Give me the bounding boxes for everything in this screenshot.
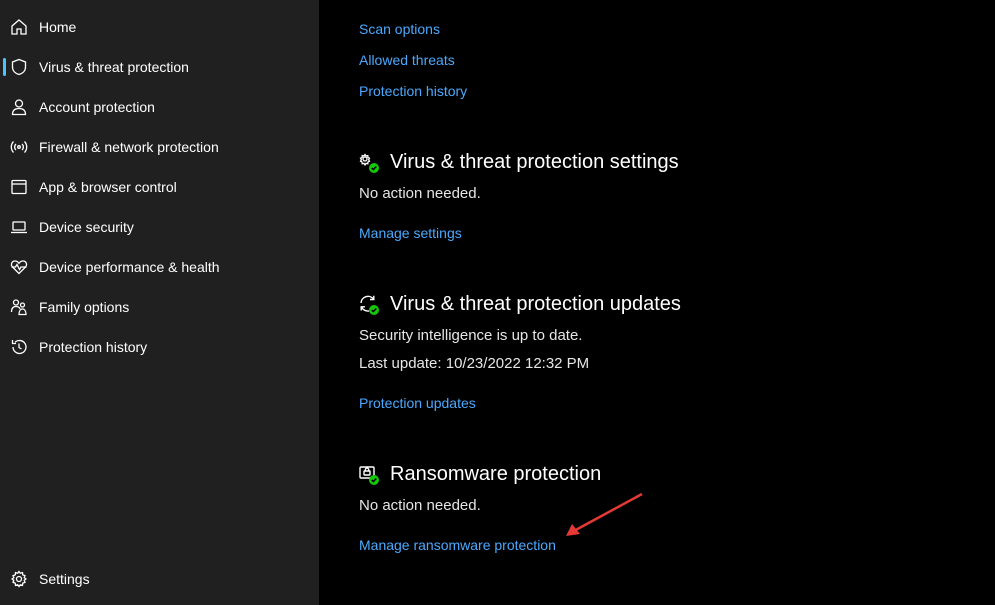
wifi-signal-icon	[10, 138, 28, 156]
sidebar-item-label: Settings	[39, 571, 90, 587]
sidebar-item-label: Protection history	[39, 339, 148, 355]
updates-status-text: Security intelligence is up to date.	[359, 327, 583, 344]
shield-icon	[10, 58, 28, 76]
sidebar-item-protection-history[interactable]: Protection history	[0, 328, 319, 366]
sidebar-item-label: Account protection	[39, 99, 155, 115]
history-icon	[10, 338, 28, 356]
sidebar-item-label: Device security	[39, 219, 134, 235]
protection-history-link[interactable]: Protection history	[359, 83, 467, 99]
settings-gears-icon	[358, 152, 380, 174]
gear-icon	[10, 570, 28, 588]
sidebar-item-label: Virus & threat protection	[39, 59, 189, 75]
annotation-arrow	[566, 492, 643, 536]
sidebar-item-label: Firewall & network protection	[39, 139, 219, 155]
sidebar-item-family-options[interactable]: Family options	[0, 288, 319, 326]
sidebar-item-settings[interactable]: Settings	[0, 560, 319, 598]
manage-settings-link[interactable]: Manage settings	[359, 225, 462, 241]
scan-options-link[interactable]: Scan options	[359, 21, 440, 37]
main-content: Scan options Allowed threats Protection …	[319, 0, 995, 605]
settings-section-title: Virus & threat protection settings	[390, 151, 679, 173]
sidebar-item-firewall-network-protection[interactable]: Firewall & network protection	[0, 128, 319, 166]
sidebar-item-label: Family options	[39, 299, 130, 315]
heart-pulse-icon	[10, 258, 28, 276]
refresh-icon	[358, 294, 380, 316]
manage-ransomware-protection-link[interactable]: Manage ransomware protection	[359, 537, 556, 553]
browser-window-icon	[10, 178, 28, 196]
ransomware-status-text: No action needed.	[359, 497, 481, 514]
person-icon	[10, 98, 28, 116]
settings-status-text: No action needed.	[359, 185, 481, 202]
last-update-text: Last update: 10/23/2022 12:32 PM	[359, 355, 590, 372]
sidebar-item-virus-threat-protection[interactable]: Virus & threat protection	[0, 48, 319, 86]
sidebar-item-home[interactable]: Home	[0, 8, 319, 46]
protection-updates-link[interactable]: Protection updates	[359, 395, 476, 411]
updates-section-title: Virus & threat protection updates	[390, 293, 681, 315]
sidebar-item-label: Home	[39, 19, 77, 35]
sidebar-item-app-browser-control[interactable]: App & browser control	[0, 168, 319, 206]
allowed-threats-link[interactable]: Allowed threats	[359, 52, 455, 68]
laptop-icon	[10, 218, 28, 236]
sidebar-item-label: Device performance & health	[39, 259, 220, 275]
sidebar-item-device-security[interactable]: Device security	[0, 208, 319, 246]
sidebar: Home Virus & threat protection Account p…	[0, 0, 319, 605]
sidebar-item-account-protection[interactable]: Account protection	[0, 88, 319, 126]
family-icon	[10, 298, 28, 316]
ransomware-section-title: Ransomware protection	[390, 463, 602, 485]
home-icon	[10, 18, 28, 36]
sidebar-item-label: App & browser control	[39, 179, 177, 195]
sidebar-item-device-performance-health[interactable]: Device performance & health	[0, 248, 319, 286]
ransomware-folder-icon	[358, 464, 380, 486]
